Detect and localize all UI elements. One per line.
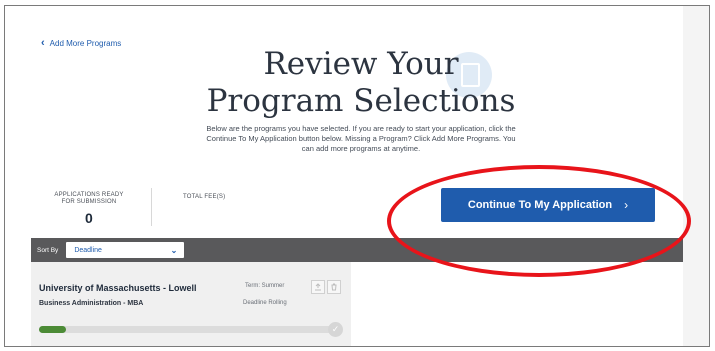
total-fees-label: TOTAL FEE(S) (183, 194, 226, 200)
review-page: ‹ Add More Programs Review Your Program … (31, 6, 683, 346)
sort-bar: Sort By Deadline ⌄ (31, 238, 683, 262)
trash-icon[interactable] (327, 280, 341, 294)
page-title-line1: Review Your (263, 46, 459, 82)
page-title-line2: Program Selections (206, 83, 516, 119)
chevron-left-icon: ‹ (41, 37, 45, 49)
applications-ready-label-line2: FOR SUBMISSION (61, 199, 117, 205)
chevron-down-icon: ⌄ (170, 245, 178, 255)
chevron-right-icon: › (624, 198, 629, 212)
program-card[interactable]: University of Massachusetts - Lowell Bus… (31, 262, 351, 346)
sort-selected-value: Deadline (74, 246, 102, 254)
page-instructions: Below are the programs you have selected… (206, 124, 516, 153)
page-title: Review Your Program Selections (181, 46, 541, 120)
sort-by-label: Sort By (37, 246, 59, 254)
browser-frame: ‹ Add More Programs Review Your Program … (4, 5, 710, 347)
program-deadline: Deadline Rolling (243, 300, 287, 306)
continue-to-application-button[interactable]: Continue To My Application › (441, 188, 655, 222)
add-more-programs-link[interactable]: ‹ Add More Programs (41, 38, 121, 49)
stats-divider (151, 188, 152, 226)
program-name: Business Administration - MBA (39, 300, 144, 307)
page-margin (683, 6, 709, 346)
applications-ready-count: 0 (85, 210, 93, 226)
upload-icon[interactable] (311, 280, 325, 294)
applications-ready-stat: APPLICATIONS READY FOR SUBMISSION 0 (49, 192, 129, 226)
applications-ready-label-line1: APPLICATIONS READY (54, 192, 124, 198)
program-term: Term: Summer (245, 283, 285, 289)
add-more-programs-label: Add More Programs (49, 39, 122, 48)
continue-button-label: Continue To My Application (467, 199, 613, 211)
university-name: University of Massachusetts - Lowell (39, 283, 197, 293)
sort-by-select[interactable]: Deadline ⌄ (66, 242, 185, 258)
application-progress-bar (39, 326, 339, 333)
check-circle-icon: ✓ (328, 322, 343, 337)
application-progress-fill (39, 326, 66, 333)
